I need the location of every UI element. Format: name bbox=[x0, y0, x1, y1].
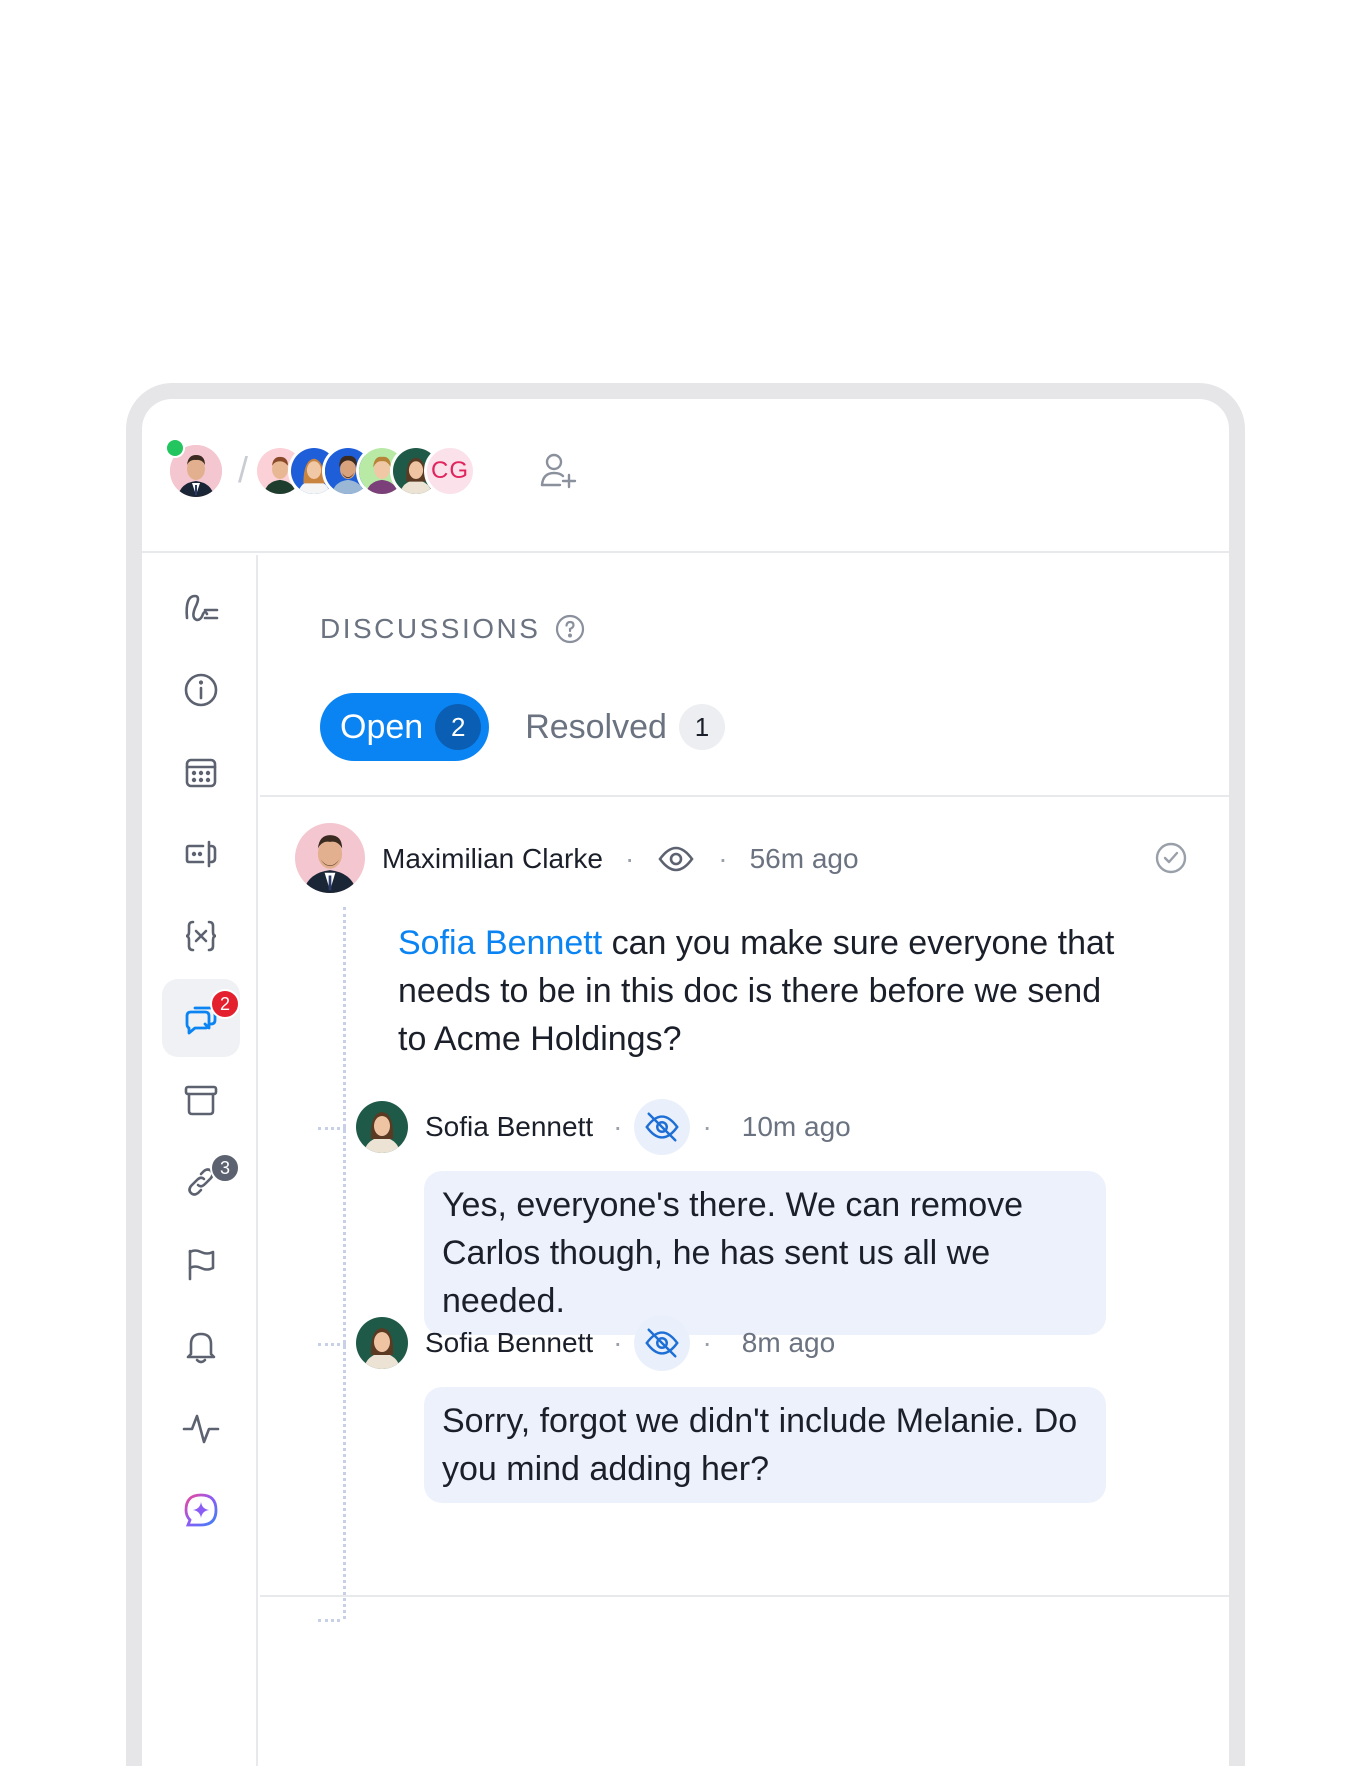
reply-time: 10m ago bbox=[741, 1111, 851, 1142]
reply-meta: Sofia Bennett · · 10m ago bbox=[425, 1099, 851, 1155]
meta-separator: · bbox=[702, 1327, 712, 1358]
collaborator-initials-avatar[interactable]: CG bbox=[424, 445, 476, 497]
comment-time: 56m ago bbox=[749, 843, 859, 874]
document-header: / CG bbox=[142, 399, 1229, 553]
device-frame: / CG 2 3 DISCUSSIONS Open 2 Resolved 1 M… bbox=[126, 383, 1245, 1766]
reply-connector bbox=[318, 1343, 346, 1346]
tab-open-count: 2 bbox=[435, 704, 482, 750]
discussions-title: DISCUSSIONS bbox=[320, 613, 541, 644]
sidebar-item-links[interactable]: 3 bbox=[162, 1143, 240, 1221]
author-name[interactable]: Maximilian Clarke bbox=[382, 843, 603, 875]
meta-separator: · bbox=[613, 1111, 623, 1142]
reply-bubble: Sorry, forgot we didn't include Melanie.… bbox=[424, 1387, 1106, 1503]
meta-separator: · bbox=[718, 843, 728, 874]
archive-icon bbox=[184, 1085, 218, 1116]
sidebar-item-archive[interactable] bbox=[162, 1061, 240, 1139]
reply-author-name[interactable]: Sofia Bennett bbox=[425, 1327, 593, 1359]
discussion-tabs: Open 2 Resolved 1 bbox=[320, 693, 733, 761]
sidebar-item-activity[interactable] bbox=[162, 1389, 240, 1467]
divider bbox=[260, 1595, 1229, 1597]
thread-connector bbox=[343, 907, 346, 1619]
reply-author-avatar[interactable] bbox=[356, 1317, 408, 1369]
resolve-check-icon[interactable] bbox=[1153, 840, 1189, 876]
ai-assistant-icon bbox=[184, 1493, 218, 1527]
calendar-icon bbox=[185, 758, 217, 788]
thread-end-connector bbox=[318, 1619, 340, 1622]
meta-separator: · bbox=[702, 1111, 712, 1142]
visibility-toggle-button[interactable] bbox=[634, 1315, 691, 1371]
sidebar-item-flag[interactable] bbox=[162, 1225, 240, 1303]
sidebar-item-calendar[interactable] bbox=[162, 733, 240, 811]
sidebar-item-form-fields[interactable] bbox=[162, 815, 240, 893]
help-icon[interactable] bbox=[554, 613, 586, 645]
sidebar-item-signature[interactable] bbox=[162, 569, 240, 647]
tab-resolved-count: 1 bbox=[678, 704, 725, 750]
comment-meta: Maximilian Clarke · · 56m ago bbox=[382, 839, 859, 879]
tab-open-label: Open bbox=[340, 707, 424, 746]
sidebar-item-variables[interactable] bbox=[162, 897, 240, 975]
sidebar-item-discussions[interactable]: 2 bbox=[162, 979, 240, 1057]
tab-open[interactable]: Open 2 bbox=[320, 693, 490, 761]
bell-icon bbox=[186, 1332, 216, 1364]
sidebar: 2 3 bbox=[142, 555, 258, 1766]
flag-icon bbox=[188, 1249, 215, 1281]
author-avatar[interactable] bbox=[295, 823, 365, 893]
divider bbox=[260, 795, 1229, 797]
links-badge: 3 bbox=[210, 1153, 240, 1183]
sidebar-item-info[interactable] bbox=[162, 651, 240, 729]
signature-icon bbox=[185, 594, 219, 622]
form-field-icon bbox=[185, 840, 217, 868]
reply-bubble: Yes, everyone's there. We can remove Car… bbox=[424, 1171, 1106, 1335]
tab-resolved-label: Resolved bbox=[525, 707, 667, 746]
comment-body: Sofia Bennett can you make sure everyone… bbox=[398, 919, 1118, 1063]
add-person-icon[interactable] bbox=[538, 449, 578, 493]
online-status-dot bbox=[165, 438, 185, 458]
discussions-badge: 2 bbox=[210, 989, 240, 1019]
info-icon bbox=[184, 673, 218, 707]
activity-icon bbox=[182, 1414, 220, 1444]
mention-link[interactable]: Sofia Bennett bbox=[398, 924, 602, 962]
sidebar-item-ai-assistant[interactable] bbox=[162, 1471, 240, 1549]
tab-resolved[interactable]: Resolved 1 bbox=[525, 693, 733, 761]
eye-off-icon bbox=[645, 1112, 680, 1142]
sidebar-item-notifications[interactable] bbox=[162, 1307, 240, 1385]
discussions-panel: DISCUSSIONS Open 2 Resolved 1 Maximilian… bbox=[260, 555, 1229, 1766]
discussions-header: DISCUSSIONS bbox=[320, 613, 586, 645]
reply-connector bbox=[318, 1127, 346, 1130]
reply-author-name[interactable]: Sofia Bennett bbox=[425, 1111, 593, 1143]
header-separator: / bbox=[238, 449, 249, 490]
eye-off-icon bbox=[645, 1328, 680, 1358]
reply-time: 8m ago bbox=[741, 1327, 836, 1358]
meta-separator: · bbox=[613, 1327, 623, 1358]
reply-meta: Sofia Bennett · · 8m ago bbox=[425, 1315, 835, 1371]
eye-icon[interactable] bbox=[656, 839, 696, 879]
visibility-toggle-button[interactable] bbox=[634, 1099, 691, 1155]
variables-icon bbox=[185, 920, 217, 952]
reply-author-avatar[interactable] bbox=[356, 1101, 408, 1153]
meta-separator: · bbox=[624, 843, 635, 874]
